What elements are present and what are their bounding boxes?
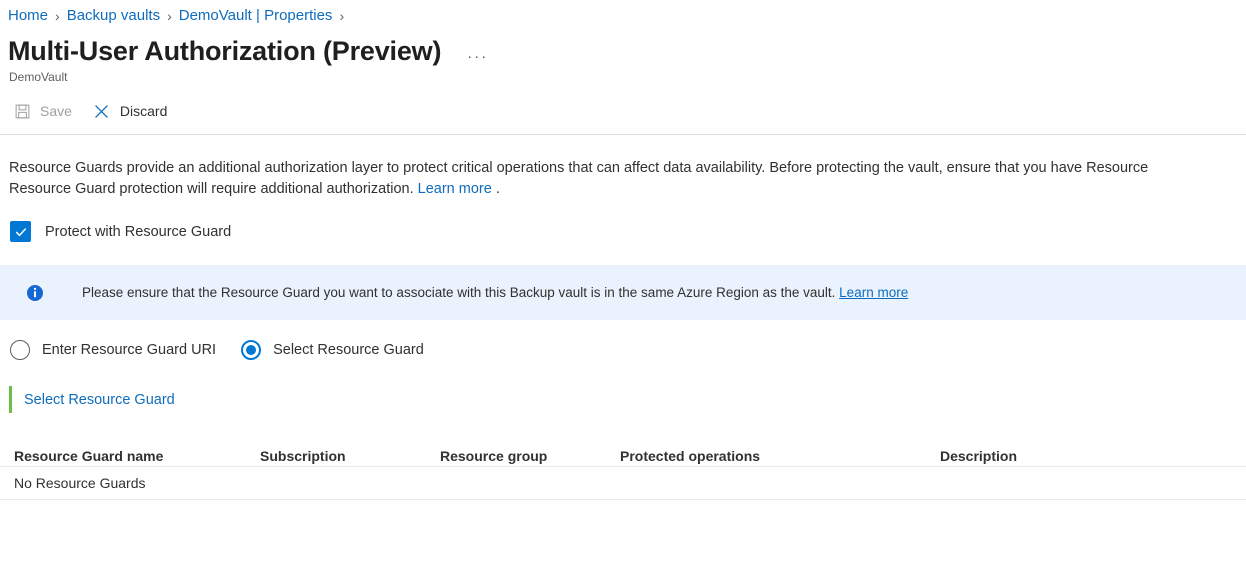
checkbox-box xyxy=(10,221,31,242)
table-empty-message: No Resource Guards xyxy=(14,474,146,493)
command-bar: Save Discard xyxy=(0,85,1246,125)
breadcrumb-item-demovault-properties[interactable]: DemoVault | Properties xyxy=(179,6,333,26)
breadcrumb-item-home[interactable]: Home xyxy=(8,6,48,26)
title-row: Multi-User Authorization (Preview) ··· xyxy=(0,26,1246,68)
description-line-1: Resource Guards provide an additional au… xyxy=(9,158,1240,179)
radio-circle-icon xyxy=(10,340,30,360)
info-banner-text: Please ensure that the Resource Guard yo… xyxy=(82,283,908,302)
page-title: Multi-User Authorization (Preview) xyxy=(8,34,441,68)
info-banner-message: Please ensure that the Resource Guard yo… xyxy=(82,285,839,300)
info-circle-icon xyxy=(26,284,44,302)
info-banner: Please ensure that the Resource Guard yo… xyxy=(0,265,1246,320)
page-subtitle: DemoVault xyxy=(0,68,1246,85)
resource-guard-source-radio-group: Enter Resource Guard URI Select Resource… xyxy=(0,320,1246,360)
save-button-label: Save xyxy=(40,101,72,121)
column-header-resource-guard-name[interactable]: Resource Guard name xyxy=(14,447,260,466)
protect-with-resource-guard-label: Protect with Resource Guard xyxy=(45,222,231,242)
save-icon xyxy=(12,101,32,121)
radio-enter-resource-guard-uri-label: Enter Resource Guard URI xyxy=(42,340,216,360)
column-header-protected-operations[interactable]: Protected operations xyxy=(620,447,940,466)
description-line-2-text: Resource Guard protection will require a… xyxy=(9,181,418,197)
breadcrumb-separator-icon: › xyxy=(167,6,172,26)
section-accent-bar xyxy=(9,386,12,413)
description-line-2: Resource Guard protection will require a… xyxy=(9,179,1240,200)
description-learn-more-link[interactable]: Learn more xyxy=(418,181,492,197)
multi-user-authorization-page: Home › Backup vaults › DemoVault | Prope… xyxy=(0,0,1246,582)
resource-guards-table: Resource Guard name Subscription Resourc… xyxy=(0,436,1246,500)
breadcrumb-separator-icon: › xyxy=(339,6,344,26)
discard-button-label: Discard xyxy=(120,101,167,121)
info-banner-learn-more-link[interactable]: Learn more xyxy=(839,285,908,300)
breadcrumb-separator-icon: › xyxy=(55,6,60,26)
column-header-description[interactable]: Description xyxy=(940,447,1240,466)
table-header-row: Resource Guard name Subscription Resourc… xyxy=(0,436,1246,466)
column-header-resource-group[interactable]: Resource group xyxy=(440,447,620,466)
column-header-subscription[interactable]: Subscription xyxy=(260,447,440,466)
protect-with-resource-guard-checkbox[interactable]: Protect with Resource Guard xyxy=(0,200,260,242)
select-resource-guard-link[interactable]: Select Resource Guard xyxy=(24,390,175,410)
select-resource-guard-section: Select Resource Guard xyxy=(0,360,1246,413)
radio-enter-resource-guard-uri[interactable]: Enter Resource Guard URI xyxy=(10,340,216,360)
table-empty-row: No Resource Guards xyxy=(0,466,1246,500)
radio-select-resource-guard[interactable]: Select Resource Guard xyxy=(241,340,424,360)
save-button[interactable]: Save xyxy=(10,96,82,126)
discard-button[interactable]: Discard xyxy=(90,96,177,126)
description-text: Resource Guards provide an additional au… xyxy=(0,135,1240,200)
breadcrumb: Home › Backup vaults › DemoVault | Prope… xyxy=(0,0,1246,26)
checkmark-icon xyxy=(14,225,28,239)
radio-circle-selected-icon xyxy=(241,340,261,360)
close-x-icon xyxy=(92,101,112,121)
radio-select-resource-guard-label: Select Resource Guard xyxy=(273,340,424,360)
description-line-2-suffix: . xyxy=(492,181,500,197)
breadcrumb-item-backup-vaults[interactable]: Backup vaults xyxy=(67,6,160,26)
more-options-icon[interactable]: ··· xyxy=(467,48,488,65)
